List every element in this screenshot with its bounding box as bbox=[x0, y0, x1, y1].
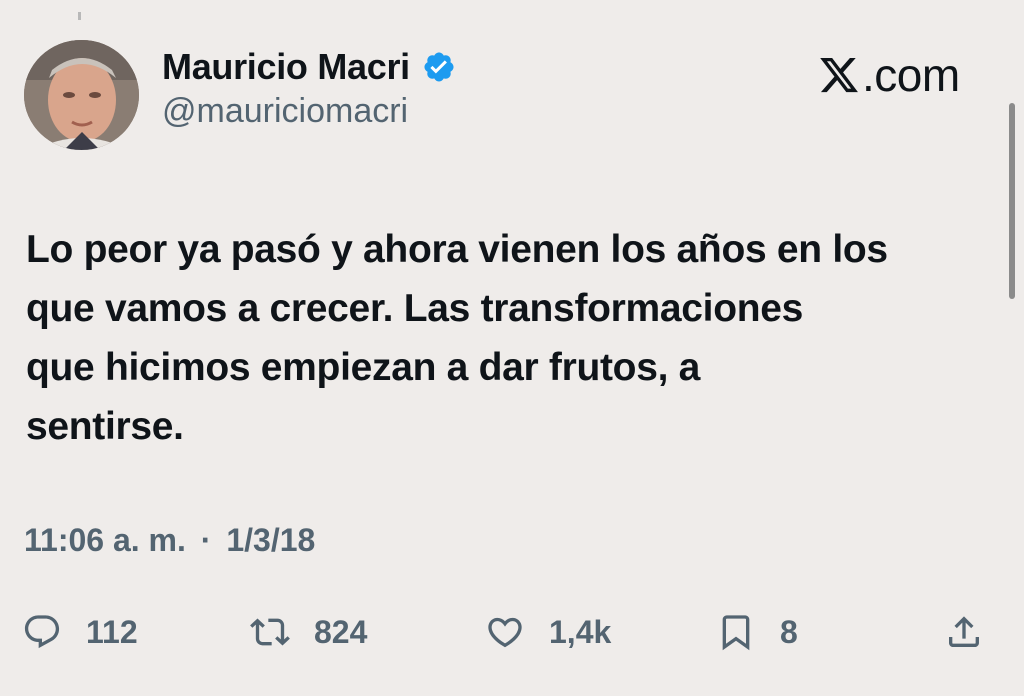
share-button[interactable] bbox=[944, 600, 984, 664]
author-name[interactable]: Mauricio Macri bbox=[162, 46, 410, 88]
bookmark-icon bbox=[722, 615, 750, 651]
author-name-row: Mauricio Macri bbox=[162, 44, 456, 90]
brand-text: .com bbox=[862, 49, 960, 101]
tweet-text-line: que hicimos empiezan a dar frutos, a bbox=[26, 346, 701, 389]
avatar-photo bbox=[24, 40, 139, 150]
share-icon bbox=[949, 616, 979, 647]
author-handle[interactable]: @mauriciomacri bbox=[162, 92, 408, 131]
repost-button[interactable]: 824 bbox=[250, 600, 367, 664]
verified-badge-icon bbox=[424, 52, 454, 82]
tweet-time[interactable]: 11:06 a. m. bbox=[24, 522, 186, 559]
tweet-text-line: Lo peor ya pasó y ahora vienen los años … bbox=[26, 228, 888, 271]
avatar[interactable] bbox=[24, 40, 139, 150]
scrollbar[interactable] bbox=[1009, 103, 1015, 299]
like-button[interactable]: 1,4k bbox=[485, 600, 611, 664]
like-count: 1,4k bbox=[549, 613, 612, 650]
reply-icon bbox=[24, 615, 60, 649]
tweet-text-line: sentirse. bbox=[26, 405, 184, 448]
tweet-meta: 11:06 a. m. · 1/3/18 bbox=[24, 522, 315, 559]
tweet-text: Lo peor ya pasó y ahora vienen los años … bbox=[26, 220, 1006, 456]
bookmark-count: 8 bbox=[780, 613, 798, 650]
action-bar: 112 824 1,4k 8 bbox=[0, 600, 1024, 664]
status-indicator bbox=[78, 12, 81, 20]
heart-icon bbox=[488, 617, 522, 648]
tweet-card: Mauricio Macri @mauriciomacri .com Lo pe… bbox=[0, 0, 1024, 696]
reply-button[interactable]: 112 bbox=[22, 600, 138, 664]
bookmark-button[interactable]: 8 bbox=[716, 600, 798, 664]
reply-count: 112 bbox=[86, 613, 138, 650]
brand-watermark: .com bbox=[818, 48, 960, 102]
repost-count: 824 bbox=[314, 613, 368, 650]
tweet-text-line: que vamos a crecer. Las transformaciones bbox=[26, 287, 804, 330]
meta-separator: · bbox=[200, 522, 212, 558]
repost-icon bbox=[250, 618, 290, 646]
tweet-date[interactable]: 1/3/18 bbox=[226, 522, 315, 559]
x-logo-icon bbox=[820, 57, 858, 93]
